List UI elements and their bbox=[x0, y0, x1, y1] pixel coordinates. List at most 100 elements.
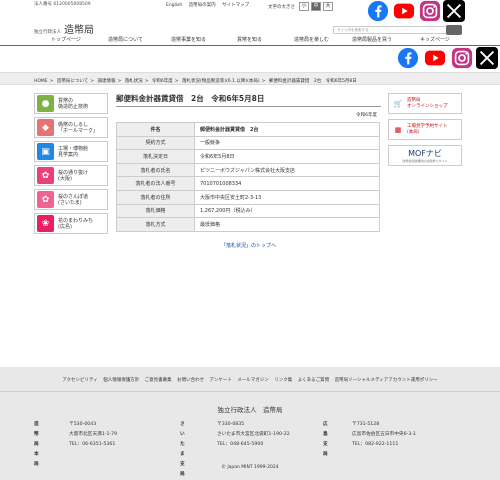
nav-shop[interactable]: 造幣局製品を買う bbox=[352, 36, 392, 43]
mof-navi-subtitle: 財務省関連機関の採用求人サイト bbox=[402, 159, 448, 163]
coin-icon: ● bbox=[37, 95, 54, 112]
table-value: ピツニーボウズジャパン株式会社大阪支店 bbox=[194, 162, 380, 178]
nav-business[interactable]: 造幣事業を知る bbox=[171, 36, 206, 43]
instagram-icon[interactable] bbox=[418, 0, 442, 22]
table-key: 落札者の住所 bbox=[116, 189, 195, 205]
sidebar: ● 貨幣の 偽造防止技術 ◆ 偽幣のしるし 「ホールマーク」 ▣ 工場・博物館 見学案… bbox=[34, 93, 108, 237]
table-value: 1,267,200円（税込み） bbox=[194, 203, 380, 219]
office-address: さいたま市大宮区北袋町1-190-22 bbox=[217, 432, 290, 437]
footer-link-survey[interactable]: アンケート bbox=[210, 378, 232, 383]
footer-link-links[interactable]: リンク集 bbox=[274, 378, 292, 383]
footer-links: アクセシビリティ 個人情報保護方針 ご意見書募集 お問い合わせ アンケート メー… bbox=[0, 377, 500, 383]
factory-icon: ▣ bbox=[37, 143, 54, 160]
table-value: 7010701008334 bbox=[194, 176, 380, 191]
table-row: 契約方式 一般競争 bbox=[116, 135, 380, 151]
breadcrumb-category[interactable]: 落札状況(物品製造等)(6.1.以降)(本局) bbox=[182, 79, 260, 84]
page-title: 郵便料金計器賃貸借 2台 令和6年5月8日 bbox=[116, 93, 381, 107]
footer-link-opinion[interactable]: ご意見書募集 bbox=[145, 378, 172, 383]
mint-guide-link[interactable]: 造幣局の案内 bbox=[189, 3, 216, 8]
table-key: 件名 bbox=[116, 122, 195, 137]
mof-navi-banner[interactable]: MOFナビ 財務省関連機関の採用求人サイト bbox=[388, 145, 462, 166]
breadcrumb-current: 郵便料金計器賃貸借 2台 令和6年5月8日 bbox=[268, 79, 357, 84]
office-postal: 〒731-5128 bbox=[352, 422, 380, 427]
sidebar-item-label: 貨幣の 偽造防止技術 bbox=[58, 97, 89, 110]
table-value: 郵便料金計器賃貸借 2台 bbox=[194, 122, 380, 137]
sidebar-item-anti-counterfeit[interactable]: ● 貨幣の 偽造防止技術 bbox=[34, 93, 108, 114]
footer-divider bbox=[0, 391, 500, 392]
sidebar-item-sakura-saitama[interactable]: ✿ 桜のさんぽ道 (さいたま) bbox=[34, 189, 108, 210]
award-table: 件名 郵便料金計器賃貸借 2台 契約方式 一般競争 落札決定日 令和6年5月8日 落札… bbox=[116, 122, 380, 232]
nav-about[interactable]: 造幣局について bbox=[108, 36, 143, 43]
breadcrumb-home[interactable]: HOME bbox=[34, 79, 48, 84]
sidebar-item-label: 花のまわりみち (広島) bbox=[58, 217, 94, 230]
table-value: 令和6年5月8日 bbox=[194, 149, 380, 164]
footer-link-mailmagazine[interactable]: メールマガジン bbox=[237, 378, 269, 383]
sidebar-item-sakura-osaka[interactable]: ✿ 桜の通り抜け (大阪) bbox=[34, 165, 108, 186]
nav-coins[interactable]: 貨幣を知る bbox=[237, 36, 262, 43]
sidebar-item-hallmark[interactable]: ◆ 偽幣のしるし 「ホールマーク」 bbox=[34, 117, 108, 138]
table-row: 落札決定日 令和6年5月8日 bbox=[116, 149, 380, 164]
factory-tour-booking-banner[interactable]: ▦ 工場見学予約サイト (本局) bbox=[388, 119, 462, 140]
x-icon[interactable] bbox=[442, 0, 466, 22]
table-row: 落札方式 最低価格 bbox=[116, 217, 380, 232]
instagram-icon[interactable] bbox=[450, 47, 474, 69]
factory-tour-booking-label: 工場見学予約サイト (本局) bbox=[407, 123, 448, 135]
online-shop-label: 造幣局 オンラインショップ bbox=[407, 97, 448, 109]
footer-org-name: 独立行政法人 造幣局 bbox=[217, 406, 283, 414]
breadcrumb-award-status[interactable]: 落札状況 bbox=[125, 79, 143, 84]
footer-link-faq[interactable]: よくあるご質問 bbox=[298, 378, 330, 383]
fiscal-year-label: 令和6年度 bbox=[356, 113, 377, 118]
font-small-button[interactable]: 小 bbox=[299, 2, 309, 11]
breadcrumb-fiscal-year[interactable]: 令和6年度 bbox=[152, 79, 173, 84]
facebook-icon[interactable] bbox=[366, 0, 390, 22]
nav-kids[interactable]: キッズページ bbox=[420, 36, 450, 43]
sitemap-link[interactable]: サイトマップ bbox=[222, 3, 249, 8]
office-name: さいたま支局 bbox=[180, 422, 185, 477]
hallmark-icon: ◆ bbox=[37, 119, 54, 136]
footer-link-social-policy[interactable]: 造幣局ソーシャルメディアアカウント運用ポリシー bbox=[335, 378, 438, 383]
flower-icon: ❀ bbox=[37, 215, 54, 232]
back-to-award-status-link[interactable]: 「落札状況」のトップへ bbox=[116, 242, 381, 249]
footer-link-contact[interactable]: お問い合わせ bbox=[177, 378, 204, 383]
table-key: 落札価格 bbox=[116, 203, 195, 219]
office-address: 大阪市北区天満1-1-79 bbox=[69, 432, 118, 437]
office-postal: 〒330-0835 bbox=[217, 422, 245, 427]
breadcrumb-procurement[interactable]: 調達情報 bbox=[97, 79, 115, 84]
table-value: 一般競争 bbox=[194, 135, 380, 151]
footer-link-accessibility[interactable]: アクセシビリティ bbox=[62, 378, 98, 383]
table-value: 大阪市中央区安土町2-3-13 bbox=[194, 189, 380, 205]
youtube-icon[interactable] bbox=[423, 47, 447, 69]
right-banners: 🛒 造幣局 オンラインショップ ▦ 工場見学予約サイト (本局) MOFナビ 財務省関… bbox=[388, 93, 462, 166]
table-key: 落札決定日 bbox=[116, 149, 195, 164]
sakura-icon: ✿ bbox=[37, 167, 54, 184]
sidebar-item-label: 桜のさんぽ道 (さいたま) bbox=[58, 193, 89, 206]
breadcrumb-about[interactable]: 造幣局について bbox=[57, 79, 88, 84]
font-medium-button[interactable]: 中 bbox=[311, 2, 321, 11]
office-tel: TEL：06-6351-5361 bbox=[69, 442, 116, 447]
sidebar-item-factory-tour[interactable]: ▣ 工場・博物館 見学案内 bbox=[34, 141, 108, 162]
cart-icon: 🛒 bbox=[393, 99, 403, 108]
office-name: 広島支局 bbox=[323, 422, 328, 457]
font-size-label: 文字の大きさ bbox=[268, 5, 295, 10]
office-tel: TEL：048-645-5900 bbox=[217, 442, 264, 447]
office-tel: TEL：082-922-1111 bbox=[352, 442, 399, 447]
nav-top[interactable]: トップページ bbox=[51, 36, 81, 43]
facebook-icon[interactable] bbox=[396, 47, 420, 69]
youtube-icon[interactable] bbox=[392, 0, 416, 22]
sidebar-item-label: 偽幣のしるし 「ホールマーク」 bbox=[58, 121, 99, 134]
table-key: 落札方式 bbox=[116, 217, 195, 232]
footer-link-privacy[interactable]: 個人情報保護方針 bbox=[103, 378, 139, 383]
table-key: 落札者の氏名 bbox=[116, 162, 195, 178]
top-links: English 造幣局の案内 サイトマップ bbox=[166, 2, 254, 8]
online-shop-banner[interactable]: 🛒 造幣局 オンラインショップ bbox=[388, 93, 462, 114]
english-link[interactable]: English bbox=[166, 3, 182, 8]
sidebar-item-label: 桜の通り抜け (大阪) bbox=[58, 169, 89, 182]
office-postal: 〒530-0043 bbox=[69, 422, 97, 427]
table-row: 落札者の氏名 ピツニーボウズジャパン株式会社大阪支店 bbox=[116, 162, 380, 178]
nav-enjoy[interactable]: 造幣局を楽しむ bbox=[294, 36, 329, 43]
font-large-button[interactable]: 大 bbox=[323, 2, 333, 11]
table-row: 落札者の住所 大阪市中央区安土町2-3-13 bbox=[116, 189, 380, 205]
sidebar-item-flower-hiroshima[interactable]: ❀ 花のまわりみち (広島) bbox=[34, 213, 108, 234]
x-icon[interactable] bbox=[475, 47, 499, 69]
table-row: 落札者の法人番号 7010701008334 bbox=[116, 176, 380, 191]
